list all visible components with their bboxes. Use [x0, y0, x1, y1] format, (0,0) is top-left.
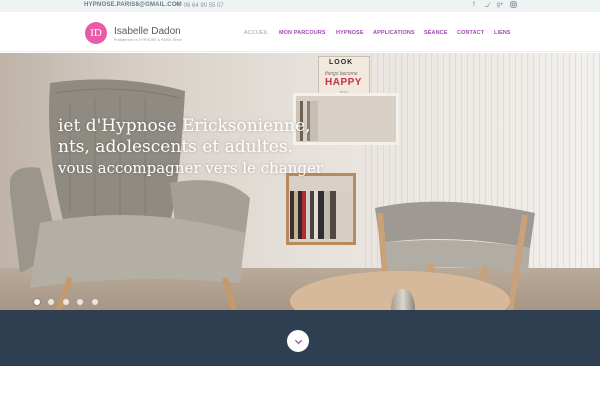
phone-icon: [175, 2, 180, 7]
slider-dot-5[interactable]: [91, 299, 98, 305]
slider-dot-1[interactable]: [34, 299, 40, 305]
nav-accueil[interactable]: ACCUEIL: [244, 30, 269, 40]
nav-mon-parcours[interactable]: MON PARCOURS: [279, 30, 326, 40]
slider-dot-3[interactable]: [62, 299, 69, 305]
armchair-image: [10, 79, 250, 310]
hero-caption-line-3: vous accompagner vers le changer: [58, 159, 323, 177]
hero-slider[interactable]: LOOK things become HAPPY TOO iet d'Hypno…: [0, 53, 600, 310]
nav-contact[interactable]: CONTACT: [457, 30, 484, 40]
nav-seance[interactable]: SÉANCE: [424, 30, 448, 40]
phone-number: 06 64 90 55 07: [183, 3, 224, 9]
nav-hypnose[interactable]: HYPNOSE: [336, 30, 364, 40]
contact-phone: 06 64 90 55 07: [175, 2, 224, 9]
sign-text-look: LOOK: [329, 59, 354, 66]
hero-caption-line-1: iet d'Hypnose Ericksonienne,: [58, 116, 311, 136]
chevron-down-icon: [294, 339, 302, 345]
hero-caption-line-2: nts, adolescents et adultes.: [58, 137, 293, 157]
site-header: ID Isabelle Dadon Praticienne en HYPNOSE…: [0, 12, 600, 52]
google-plus-icon[interactable]: g+: [496, 1, 504, 9]
contact-email[interactable]: HYPNOSE.PARIS8@GMAIL.COM: [84, 2, 182, 8]
nav-applications[interactable]: APPLICATIONS: [373, 30, 415, 40]
sign-text-happy: HAPPY: [325, 77, 362, 88]
top-bar: HYPNOSE.PARIS8@GMAIL.COM 06 64 90 55 07 …: [0, 0, 600, 12]
instagram-icon[interactable]: [509, 1, 517, 9]
facebook-icon[interactable]: f: [470, 1, 478, 9]
slider-pagination: [34, 292, 102, 305]
logo-badge[interactable]: ID: [85, 22, 107, 44]
content-area: [0, 366, 600, 400]
logo-tagline: Praticienne en HYPNOSE à PARIS 8ème: [114, 38, 182, 42]
scroll-down-button[interactable]: [287, 330, 309, 352]
happy-sign-image: LOOK things become HAPPY TOO: [318, 56, 370, 98]
logo-name[interactable]: Isabelle Dadon: [114, 26, 181, 37]
twitter-icon[interactable]: [483, 1, 491, 9]
nav-liens[interactable]: LIENS: [494, 30, 511, 40]
